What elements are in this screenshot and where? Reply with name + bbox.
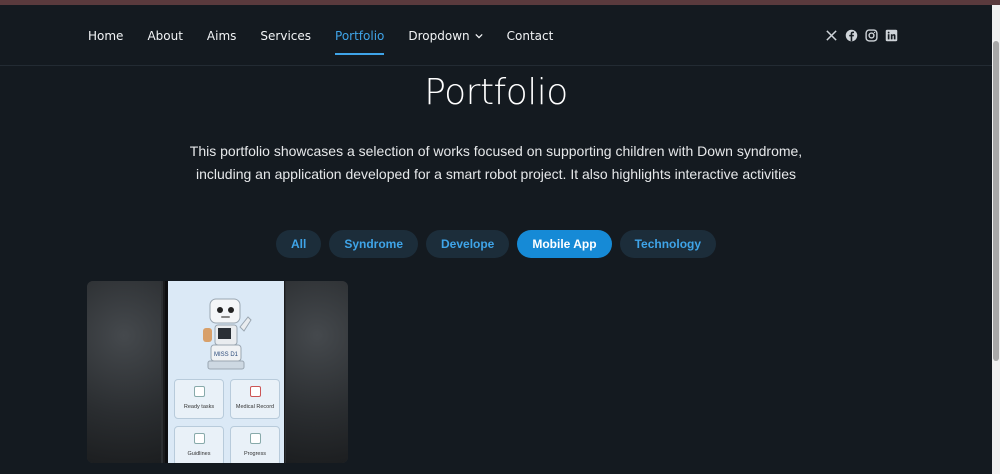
page-title: Portfolio [424,72,568,113]
nav-aims[interactable]: Aims [207,29,236,43]
filter-syndrome[interactable]: Syndrome [329,230,418,258]
filter-technology[interactable]: Technology [619,230,717,258]
list-icon [194,386,205,397]
tile-guidlines[interactable]: Guidlines [174,426,224,463]
tile-ready-tasks[interactable]: Ready tasks [174,379,224,419]
nav-about[interactable]: About [147,29,182,43]
nav-portfolio[interactable]: Portfolio [335,29,385,55]
tile-label: Guidlines [187,451,211,457]
social-links [825,27,898,42]
tile-label: Progress [243,451,266,457]
phone-right-panel [286,281,348,463]
linkedin-icon[interactable] [885,27,898,42]
main-nav: Home About Aims Services Portfolio Dropd… [88,5,577,66]
nav-dropdown[interactable]: Dropdown [408,28,483,43]
page-description: This portfolio showcases a selection of … [189,143,803,182]
book-icon [194,433,205,444]
tile-medical-record[interactable]: Medical Record [230,379,280,419]
tile-label: Medical Record [235,404,275,410]
chart-icon [250,433,261,444]
robot-image: MISS D1 [203,298,252,370]
site-header: Home About Aims Services Portfolio Dropd… [0,5,992,66]
portfolio-item-card[interactable]: MISS D1 Ready tasks Medical Record Guidl… [87,281,348,463]
filter-all[interactable]: All [275,230,322,258]
nav-dropdown-label: Dropdown [408,28,470,43]
filter-develope[interactable]: Develope [426,230,510,258]
instagram-icon[interactable] [865,27,878,42]
page-scrollbar[interactable] [992,5,1000,474]
facebook-icon[interactable] [845,27,858,42]
tile-progress[interactable]: Progress [230,426,280,463]
chevron-down-icon [475,33,483,38]
heart-icon [250,386,261,397]
filter-mobile-app[interactable]: Mobile App [517,230,612,258]
phone-left-panel [87,281,161,463]
scrollbar-thumb[interactable] [993,41,999,361]
robot-label: MISS D1 [214,352,239,358]
tile-label: Ready tasks [183,404,215,410]
phone-screen: MISS D1 Ready tasks Medical Record Guidl… [168,281,284,463]
x-icon[interactable] [825,27,838,41]
portfolio-filters: All Syndrome Develope Mobile App Technol… [0,230,992,258]
nav-services[interactable]: Services [260,29,311,43]
nav-home[interactable]: Home [88,29,123,43]
phone-mockup: MISS D1 Ready tasks Medical Record Guidl… [163,281,285,463]
nav-contact[interactable]: Contact [507,29,554,43]
